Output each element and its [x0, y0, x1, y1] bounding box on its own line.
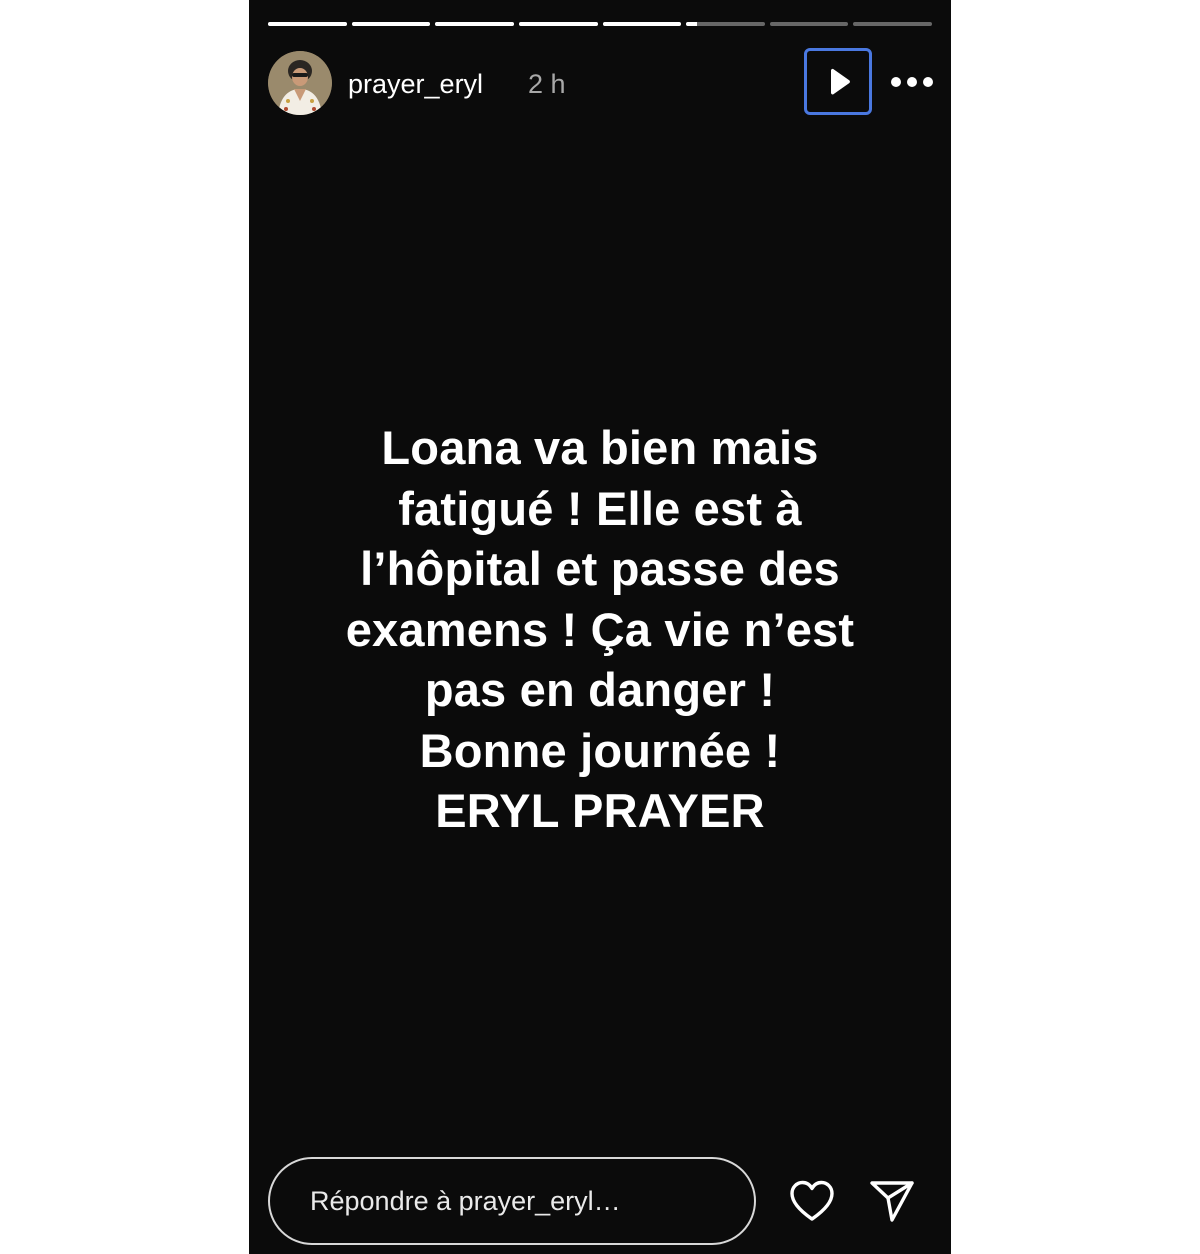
post-time: 2 h: [528, 69, 566, 99]
profile-avatar-icon: [268, 51, 332, 115]
story-header: prayer_eryl 2 h: [268, 48, 933, 116]
reply-input[interactable]: Répondre à prayer_eryl…: [268, 1157, 756, 1245]
story-viewer[interactable]: prayer_eryl 2 h Loana va bien mais fatig…: [249, 0, 951, 1254]
reply-placeholder: Répondre à prayer_eryl…: [310, 1186, 621, 1216]
progress-segment: [351, 22, 431, 26]
story-text-line: Bonne journée !: [419, 723, 781, 777]
progress-fill: [351, 22, 431, 26]
story-text-line: ERYL PRAYER: [435, 784, 765, 837]
progress-segment: [769, 22, 849, 26]
play-button[interactable]: [804, 48, 872, 115]
progress-segment: [602, 22, 682, 26]
story-text-line: l’hôpital et passe des: [360, 542, 840, 595]
progress-segment: [518, 22, 598, 26]
progress-segment: [686, 22, 765, 26]
story-text-line: examens ! Ça vie n’est: [345, 602, 855, 656]
progress-segment: [435, 22, 514, 26]
progress-fill: [686, 22, 698, 26]
progress-fill: [435, 22, 514, 26]
avatar[interactable]: [268, 51, 332, 115]
story-text-line: Loana va bien mais: [381, 421, 819, 474]
story-progress-bar: [268, 22, 932, 26]
story-text-line: fatigué ! Elle est à: [398, 481, 802, 535]
heart-icon: [790, 1180, 834, 1221]
story-text-line: pas en danger !: [424, 663, 776, 716]
progress-fill: [518, 22, 598, 26]
progress-fill: [602, 22, 682, 26]
progress-segment: [268, 22, 347, 26]
like-button[interactable]: [784, 1173, 840, 1229]
username-link[interactable]: prayer_eryl: [348, 68, 483, 100]
story-text: Loana va bien mais fatigué ! Elle est à …: [279, 418, 921, 842]
share-button[interactable]: [864, 1173, 920, 1229]
progress-fill: [268, 22, 347, 26]
send-icon: [870, 1181, 914, 1222]
more-options-button[interactable]: [888, 66, 936, 98]
more-horizontal-icon: [891, 77, 933, 87]
progress-segment: [853, 22, 932, 26]
play-icon: [831, 68, 850, 94]
